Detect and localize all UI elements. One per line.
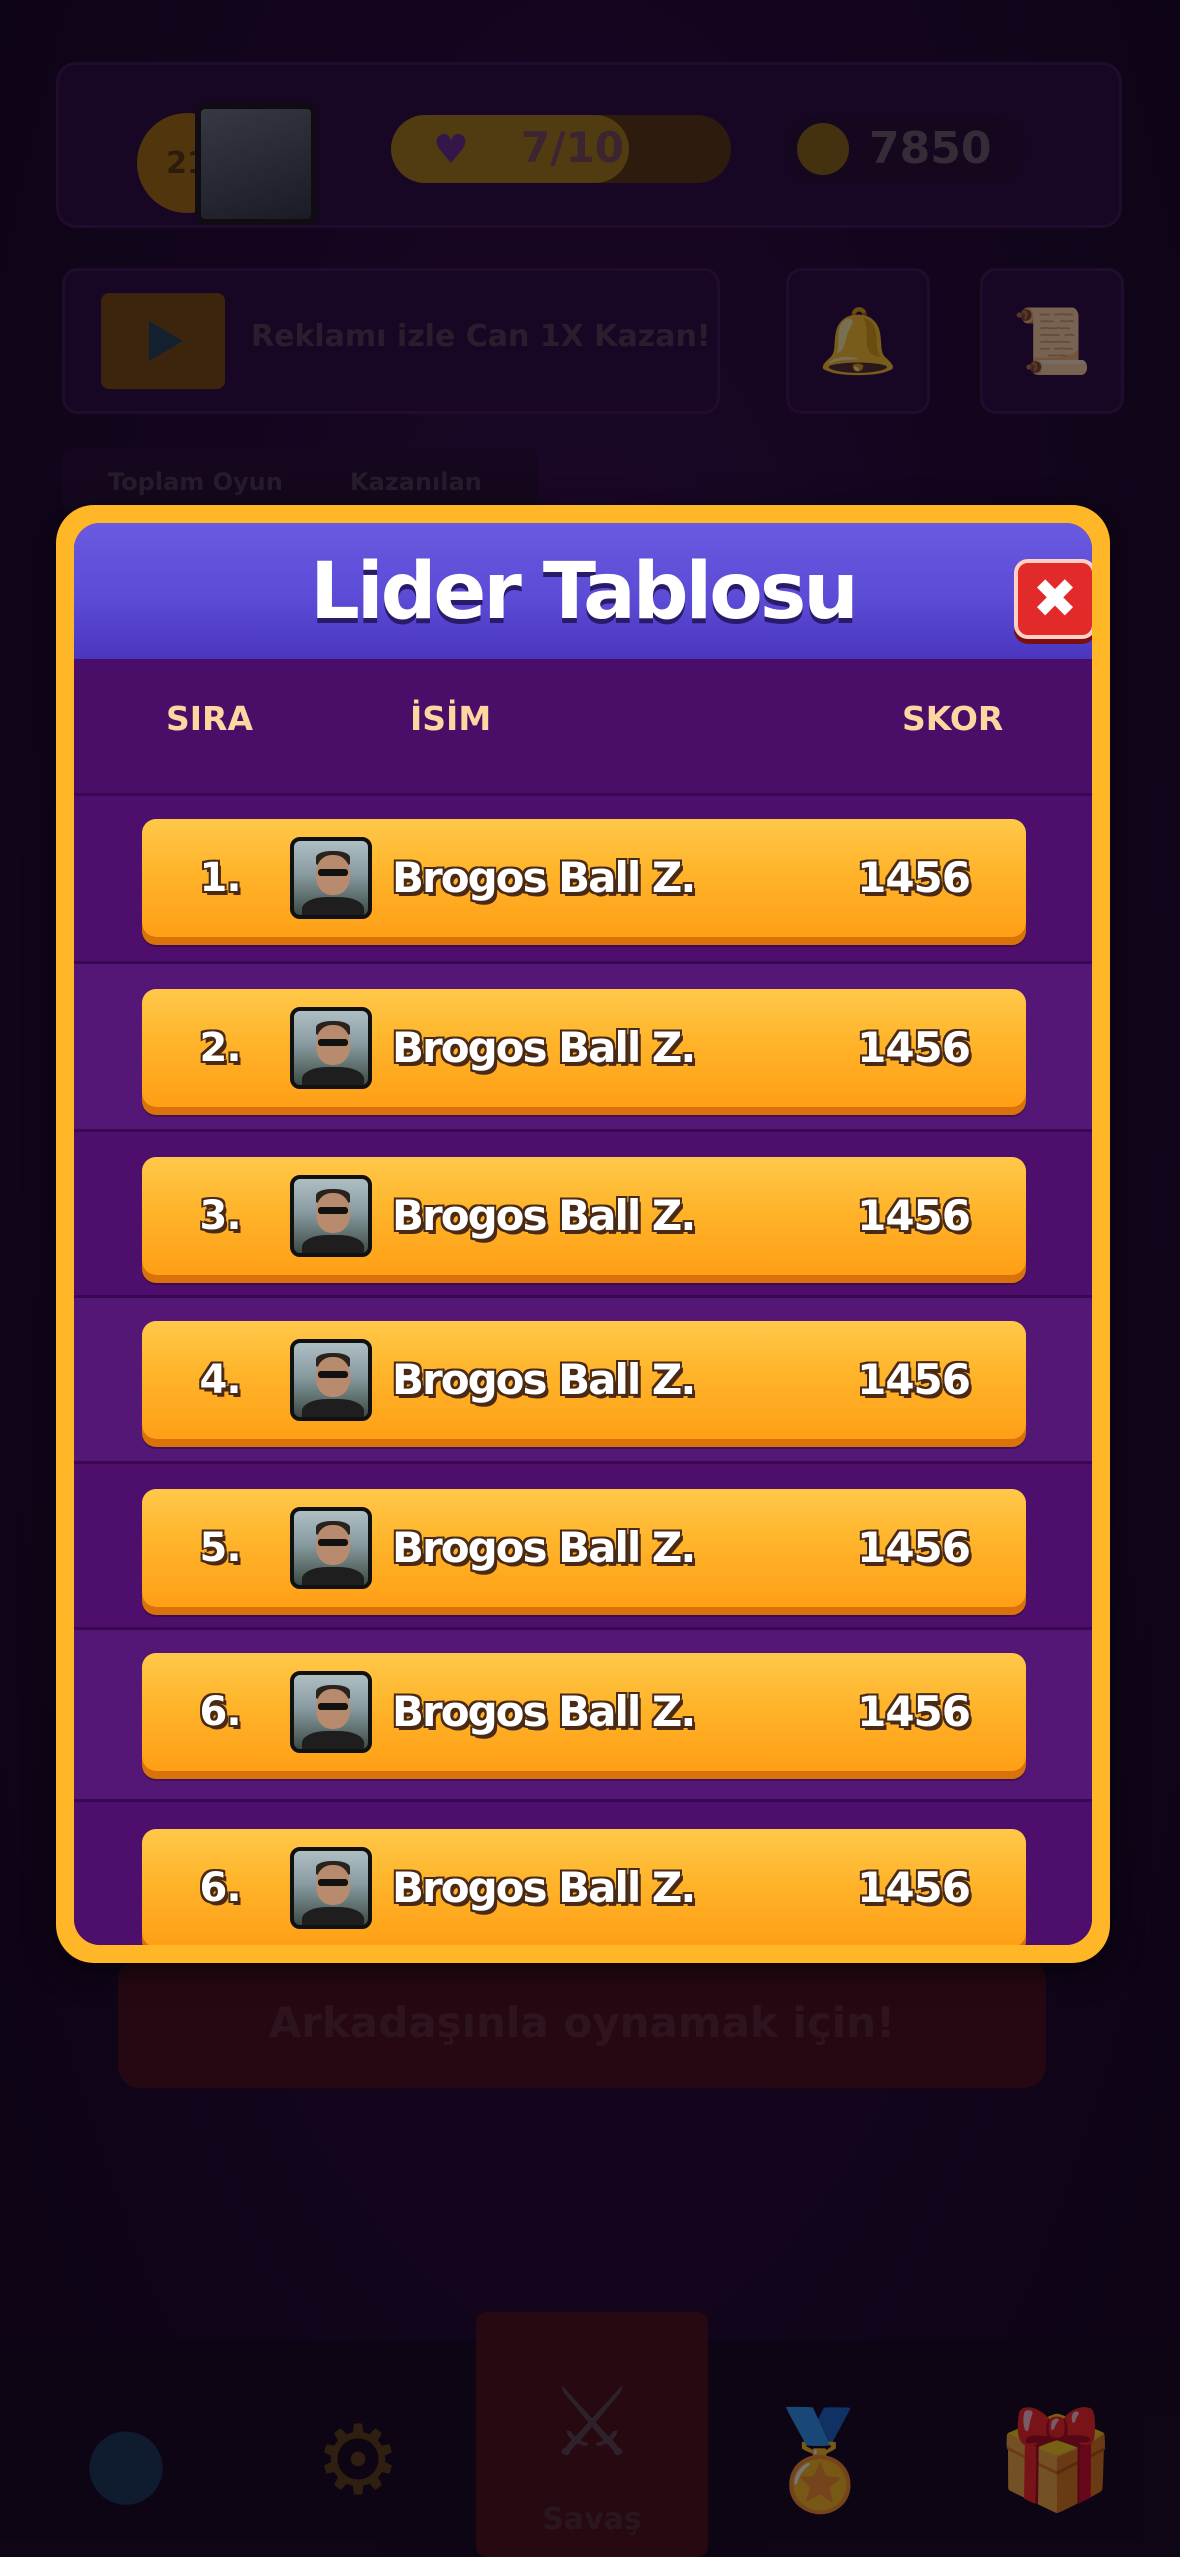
entry-score: 1456 <box>857 1863 971 1912</box>
player-avatar <box>290 1847 372 1929</box>
entry-player-name: Brogos Ball Z. <box>392 1687 696 1736</box>
medal-icon[interactable]: 🏅 <box>760 2400 880 2520</box>
row-divider <box>74 1799 1092 1802</box>
modal-header: Lider Tablosu ✖ <box>74 523 1092 659</box>
row-divider <box>74 1627 1092 1630</box>
player-avatar <box>290 1175 372 1257</box>
quest-scroll-icon[interactable]: 📜 <box>980 268 1124 414</box>
leaderboard-modal: Lider Tablosu ✖ SIRA İSİM SKOR 1. Brogos… <box>56 505 1110 1963</box>
tab-won[interactable]: Kazanılan <box>350 468 482 496</box>
entry-rank: 1. <box>199 855 241 901</box>
entry-score: 1456 <box>857 1687 971 1736</box>
entry-player-name: Brogos Ball Z. <box>392 1523 696 1572</box>
tab-total-games[interactable]: Toplam Oyun <box>108 468 283 496</box>
profile-nav-icon[interactable]: ● <box>66 2400 186 2520</box>
player-avatar <box>290 1339 372 1421</box>
modal-title: Lider Tablosu <box>310 547 859 637</box>
row-divider <box>74 1129 1092 1132</box>
entry-rank: 3. <box>199 1193 241 1239</box>
leaderboard-entry[interactable]: 1. Brogos Ball Z. 1456 <box>142 819 1026 937</box>
play-with-friend-button[interactable]: Arkadaşınla oynamak için! <box>118 1958 1046 2088</box>
stats-tabs: Toplam Oyun Kazanılan <box>62 448 538 512</box>
row-divider <box>74 793 1092 796</box>
film-play-icon <box>101 293 225 389</box>
hearts-meter: ♥ 7/10 <box>391 115 731 183</box>
entry-player-name: Brogos Ball Z. <box>392 1023 696 1072</box>
entry-player-name: Brogos Ball Z. <box>392 1355 696 1404</box>
heart-icon: ♥ <box>433 127 469 173</box>
entry-player-name: Brogos Ball Z. <box>392 853 696 902</box>
entry-score: 1456 <box>857 853 971 902</box>
row-divider <box>74 1461 1092 1464</box>
leaderboard-entry[interactable]: 4. Brogos Ball Z. 1456 <box>142 1321 1026 1439</box>
coin-count: 7850 <box>869 123 992 174</box>
player-avatar <box>290 1007 372 1089</box>
leaderboard-entry[interactable]: 6. Brogos Ball Z. 1456 <box>142 1653 1026 1771</box>
watch-ad-label: Reklamı izle Can 1X Kazan! <box>251 319 711 354</box>
coin-icon <box>797 123 849 175</box>
entry-rank: 6. <box>199 1865 241 1911</box>
battle-nav-label: Savaş <box>542 2502 642 2537</box>
watch-ad-button[interactable]: Reklamı izle Can 1X Kazan! <box>62 268 720 414</box>
entry-rank: 6. <box>199 1689 241 1735</box>
column-header-name: İSİM <box>410 699 492 738</box>
top-status-bar: 21 ♥ 7/10 7850 <box>56 62 1122 228</box>
close-icon: ✖ <box>1032 567 1078 630</box>
leaderboard-entry[interactable]: 6. Brogos Ball Z. 1456 <box>142 1829 1026 1945</box>
entry-rank: 4. <box>199 1357 241 1403</box>
leaderboard-entry[interactable]: 2. Brogos Ball Z. 1456 <box>142 989 1026 1107</box>
entry-rank: 2. <box>199 1025 241 1071</box>
close-button[interactable]: ✖ <box>1014 559 1092 639</box>
entry-score: 1456 <box>857 1191 971 1240</box>
battle-nav-tab[interactable]: ⚔ Savaş <box>476 2312 708 2557</box>
notification-bell-icon[interactable]: 🔔 <box>786 268 930 414</box>
entry-player-name: Brogos Ball Z. <box>392 1191 696 1240</box>
leaderboard-panel: Lider Tablosu ✖ SIRA İSİM SKOR 1. Brogos… <box>74 523 1092 1945</box>
player-avatar <box>290 837 372 919</box>
crossed-swords-icon: ⚔ <box>548 2366 636 2478</box>
gear-icon[interactable]: ⚙ <box>298 2400 418 2520</box>
entry-player-name: Brogos Ball Z. <box>392 1863 696 1912</box>
entry-score: 1456 <box>857 1355 971 1404</box>
leaderboard-entry[interactable]: 3. Brogos Ball Z. 1456 <box>142 1157 1026 1275</box>
entry-score: 1456 <box>857 1023 971 1072</box>
column-header-rank: SIRA <box>166 699 253 738</box>
entry-score: 1456 <box>857 1523 971 1572</box>
treasure-chest-icon[interactable]: 🎁 <box>996 2400 1116 2520</box>
hearts-count: 7/10 <box>521 123 625 172</box>
row-divider <box>74 961 1092 964</box>
play-with-friend-label: Arkadaşınla oynamak için! <box>268 1998 896 2047</box>
entry-rank: 5. <box>199 1525 241 1571</box>
profile-avatar[interactable] <box>195 103 317 225</box>
player-avatar <box>290 1507 372 1589</box>
coin-balance: 7850 <box>785 115 1025 183</box>
row-divider <box>74 1295 1092 1298</box>
column-header-score: SKOR <box>902 699 1004 738</box>
leaderboard-entry[interactable]: 5. Brogos Ball Z. 1456 <box>142 1489 1026 1607</box>
player-avatar <box>290 1671 372 1753</box>
